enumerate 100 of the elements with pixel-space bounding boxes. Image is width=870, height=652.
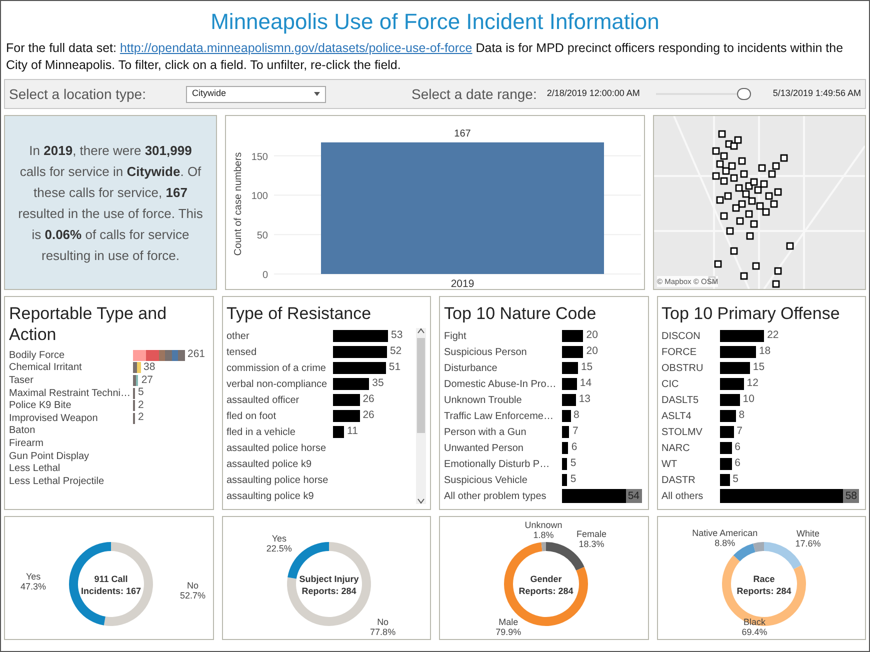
row-label[interactable]: Person with a Gun (444, 424, 562, 440)
y-tick-label: 150 (251, 152, 268, 163)
bar[interactable] (720, 394, 740, 406)
row-label[interactable]: Suspicious Vehicle (444, 472, 562, 488)
bar[interactable] (720, 330, 764, 342)
row-label[interactable]: Less Lethal Projectile (9, 474, 133, 489)
bar[interactable] (720, 458, 732, 470)
bar[interactable] (720, 474, 730, 486)
bar[interactable] (562, 458, 568, 470)
bar-value: 5 (569, 456, 576, 472)
dataset-link[interactable]: http://opendata.minneapolismn.gov/datasets/police-use-of-force (120, 41, 472, 55)
row-label[interactable]: ASLT4 (662, 408, 720, 424)
row-label[interactable]: DISCON (662, 328, 720, 344)
bar-segment[interactable] (136, 362, 140, 374)
slider-thumb[interactable] (737, 88, 752, 100)
bar[interactable] (562, 426, 570, 438)
row-label[interactable]: assaulting police k9 (226, 488, 332, 504)
donut-center-label: Subject Injury Reports: 284 (298, 574, 358, 596)
y-tick-label: 0 (262, 270, 268, 281)
row-label[interactable]: WT (662, 456, 720, 472)
bar-segment[interactable] (133, 374, 136, 386)
y-axis-title: Count of case numbers (233, 152, 244, 256)
bar-segment[interactable] (152, 350, 159, 361)
slice-label: Yes 22.5% (266, 533, 292, 554)
row-label[interactable]: assaulted police k9 (226, 456, 332, 472)
bar-value: 51 (388, 360, 401, 376)
caret-icon (314, 92, 320, 96)
row-label[interactable]: Baton (9, 423, 133, 438)
scrollbar[interactable] (416, 328, 426, 504)
bar[interactable] (332, 426, 344, 438)
row-label[interactable]: Improvised Weapon (9, 410, 133, 426)
row-label[interactable]: verbal non-compliance (226, 376, 332, 392)
bar-value: 13 (578, 392, 591, 408)
row-label[interactable]: OBSTRU (662, 360, 720, 376)
row-label[interactable]: assaulted officer (226, 392, 332, 408)
bar[interactable] (562, 346, 584, 358)
bar[interactable] (332, 378, 370, 390)
row-label[interactable]: Unwanted Person (444, 440, 562, 456)
bar-value: 5 (569, 472, 576, 488)
row-label[interactable]: Chemical Irritant (9, 360, 133, 376)
y-tick-label: 100 (251, 191, 268, 202)
slice-label: Female 18.3% (576, 529, 606, 549)
location-filter-label: Select a location type: (9, 84, 146, 104)
row-label[interactable]: All others (662, 488, 720, 504)
row-label[interactable]: Suspicious Person (444, 344, 562, 360)
bar-segment[interactable] (165, 350, 172, 361)
row-label[interactable]: All other problem types (444, 488, 562, 504)
row-label[interactable]: CIC (662, 376, 720, 392)
bar[interactable]: 58 (720, 489, 859, 503)
bar[interactable] (720, 442, 732, 454)
row-label[interactable]: Bodily Force (9, 348, 133, 363)
bar-value: 6 (734, 440, 740, 456)
row-label[interactable]: other (226, 328, 332, 344)
row-label[interactable]: FORCE (662, 344, 720, 360)
row-label[interactable]: Unknown Trouble (444, 392, 562, 408)
row-label[interactable]: commission of a crime (226, 360, 332, 376)
bar-segment[interactable] (133, 362, 137, 374)
slice-label: Male 79.9% (496, 617, 522, 637)
row-label[interactable]: Domestic Abuse-In Pro… (444, 376, 562, 392)
end-date: 5/13/2019 1:49:56 AM (772, 87, 861, 100)
bar[interactable]: 54 (562, 489, 642, 503)
row-label[interactable]: fled in a vehicle (226, 424, 332, 440)
row-label[interactable]: STOLMV (662, 424, 720, 440)
row-label[interactable]: Taser (9, 372, 133, 388)
location-dropdown[interactable]: Citywide (186, 86, 326, 102)
bar[interactable] (562, 474, 568, 486)
dashboard-title: Minneapolis Use of Force Incident Information (210, 8, 660, 36)
bar[interactable] (720, 410, 736, 422)
bar-value: 20 (585, 344, 598, 360)
row-label[interactable]: NARC (662, 440, 720, 456)
slice-label: Black 69.4% (741, 617, 767, 637)
row-label[interactable]: Firearm (9, 436, 133, 451)
bar-value: 2 (137, 410, 144, 426)
bar[interactable] (562, 442, 568, 454)
row-label[interactable]: DASTR (662, 472, 720, 488)
bar-value: 15 (580, 360, 593, 376)
bar-value: 26 (362, 408, 374, 424)
bar-value: 10 (742, 392, 754, 408)
row-label[interactable]: Maximal Restraint Techni… (9, 386, 133, 401)
row-label[interactable]: assaulted police horse (226, 440, 332, 456)
panel-title: Reportable Type and Action (9, 303, 168, 345)
row-label[interactable]: Emotionally Disturb P… (444, 456, 562, 472)
bar[interactable] (562, 330, 584, 342)
bar[interactable] (720, 378, 744, 390)
row-label[interactable]: Disturbance (444, 360, 562, 376)
bar-value: 18 (758, 344, 771, 360)
row-label[interactable]: assaulting police horse (226, 472, 332, 488)
row-label[interactable]: Less Lethal (9, 461, 133, 476)
row-label[interactable]: Fight (444, 328, 562, 344)
row-label[interactable]: Police K9 Bite (9, 398, 133, 414)
row-label[interactable]: Gun Point Display (9, 448, 133, 464)
row-label[interactable]: tensed (226, 344, 332, 360)
bar[interactable] (720, 426, 734, 438)
bar-value: 8 (738, 408, 745, 424)
row-label[interactable]: Traffic Law Enforceme… (444, 408, 562, 424)
row-label[interactable]: DASLT5 (662, 392, 720, 408)
bar-value: 11 (346, 424, 358, 440)
bar-segment[interactable] (136, 374, 138, 386)
row-label[interactable]: fled on foot (226, 408, 332, 424)
bar-segment[interactable] (178, 350, 184, 361)
